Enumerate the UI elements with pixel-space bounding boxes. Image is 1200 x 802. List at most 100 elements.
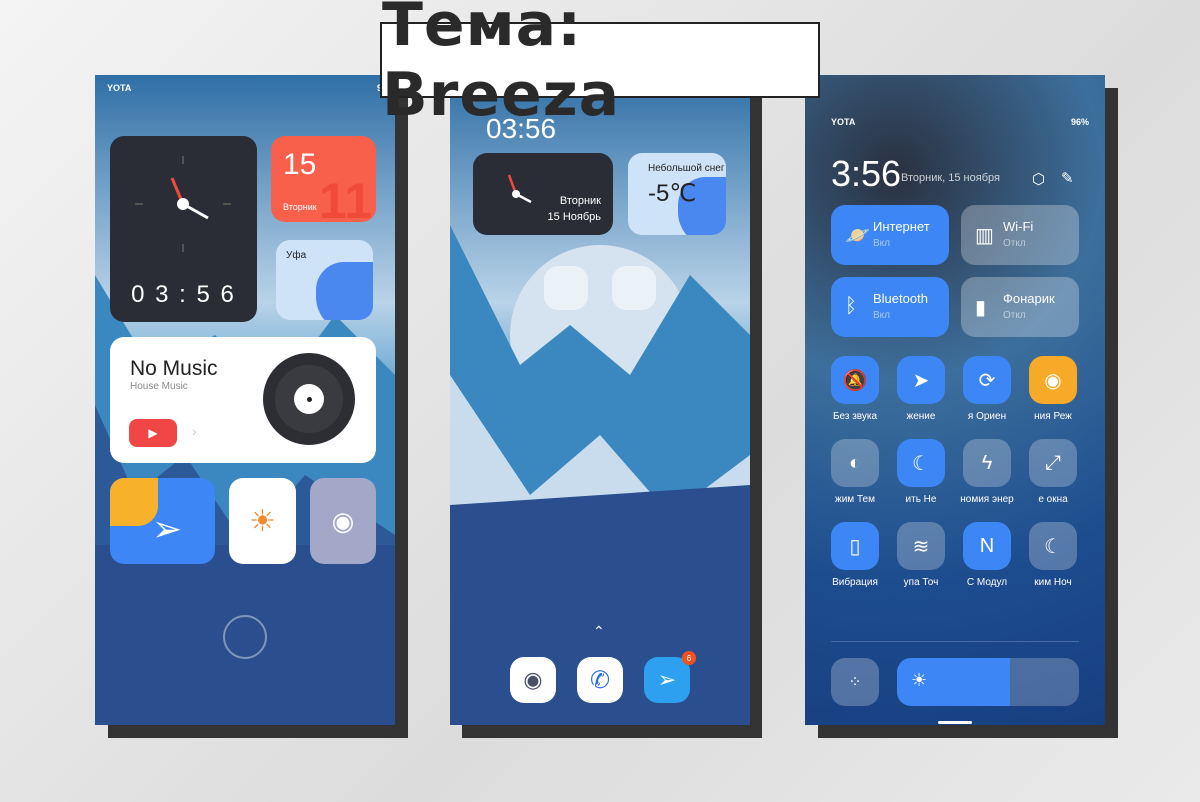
lightning-icon: ϟ — [981, 451, 993, 474]
tile-state: Вкл — [873, 310, 890, 321]
page-title: Тема: Breeza — [380, 0, 820, 130]
track-subtitle: House Music — [130, 381, 188, 392]
toggle-label: номия энер — [960, 494, 1014, 505]
night-mode-icon: ☾ — [1044, 535, 1062, 558]
city-label: Уфа — [286, 250, 307, 261]
weather-blob-icon — [316, 262, 373, 320]
toggle-contrast[interactable]: ◐ — [831, 439, 879, 487]
moon-icon: ☾ — [912, 452, 930, 475]
sun-icon[interactable]: ☀ — [229, 478, 296, 564]
home-indicator[interactable] — [938, 721, 972, 724]
location-icon: ➤ — [912, 369, 930, 392]
brightness-slider[interactable]: ☀ — [897, 658, 1079, 706]
notification-badge: 6 — [682, 651, 696, 665]
tile-state: Откл — [1003, 238, 1026, 249]
toggle-lightning[interactable]: ϟ — [963, 439, 1011, 487]
status-bar: YOTA96 — [107, 83, 387, 93]
tile-flashlight[interactable]: ▮ Фонарик Откл — [961, 277, 1079, 337]
flashlight-icon: ▮ — [975, 297, 987, 319]
date-label: Вторник, 15 ноября — [901, 172, 1000, 184]
toggle-location[interactable]: ➤ — [897, 356, 945, 404]
control-center: YOTA 96% 3:56 Вторник, 15 ноября ⬡ ✎ 🪐 Инт… — [805, 75, 1105, 725]
play-button[interactable]: ▶ — [129, 419, 177, 447]
camera-icon[interactable]: ◉ — [510, 657, 556, 703]
toggle-label: ния Реж — [1034, 411, 1072, 422]
battery-level: 96% — [1070, 117, 1089, 127]
toggle-label: ким Ноч — [1034, 577, 1072, 588]
clock-widget[interactable]: Вторник 15 Ноябрь — [473, 153, 613, 235]
weather-widget[interactable]: Уфа — [276, 240, 373, 320]
digital-time: 0 3 : 5 6 — [131, 281, 236, 308]
toggle-nfc[interactable]: N — [963, 522, 1011, 570]
tile-state: Откл — [1003, 310, 1026, 321]
toggle-label: жим Тем — [835, 494, 875, 505]
router-icon: ▥ — [975, 225, 994, 247]
telegram-icon[interactable]: ➢ 6 — [644, 651, 696, 703]
rotation-lock-icon: ⟳ — [978, 369, 996, 392]
toggle-label: е окна — [1038, 494, 1068, 505]
toggle-label: С Модул — [966, 577, 1008, 588]
toggle-bell-off[interactable]: 🔕 — [831, 356, 879, 404]
auto-brightness-icon[interactable]: ⁘ — [831, 658, 879, 706]
tile-state: Вкл — [873, 238, 890, 249]
tile-name: Wi-Fi — [1003, 219, 1034, 234]
chevron-right-icon[interactable]: › — [192, 423, 197, 439]
toggle-rotation-lock[interactable]: ⟳ — [963, 356, 1011, 404]
wifi-hotspot-icon: ≋ — [912, 535, 930, 558]
home-screen-widgets: YOTA96 0 3 : 5 6 11 15 Вторник Уфа No Mu… — [95, 75, 395, 725]
eye-icon: ◉ — [1044, 369, 1062, 392]
planet-icon: 🪐 — [845, 225, 870, 247]
toggle-label: я Ориен — [967, 411, 1007, 422]
date: 15 Ноябрь — [547, 211, 601, 223]
avatar — [110, 478, 158, 526]
toggle-vibration[interactable]: ▯ — [831, 522, 879, 570]
toggle-wifi-hotspot[interactable]: ≋ — [897, 522, 945, 570]
sun-icon: ☀ — [897, 658, 1010, 706]
toggle-moon[interactable]: ☾ — [897, 439, 945, 487]
tile-router[interactable]: ▥ Wi-Fi Откл — [961, 205, 1079, 265]
analog-clock-widget[interactable]: 0 3 : 5 6 — [110, 136, 257, 322]
app-folder[interactable] — [612, 266, 656, 310]
weekday: Вторник — [283, 202, 317, 212]
contrast-icon: ◐ — [848, 451, 862, 474]
chevron-up-icon[interactable]: ⌃ — [593, 623, 605, 640]
tile-planet[interactable]: 🪐 Интернет Вкл — [831, 205, 949, 265]
weekday: Вторник — [559, 195, 601, 207]
app-folder[interactable] — [544, 266, 588, 310]
carrier-label: YOTA — [831, 117, 856, 127]
date-widget[interactable]: 11 15 Вторник — [271, 136, 376, 222]
edit-icon[interactable]: ✎ — [1061, 169, 1074, 187]
status-bar: YOTA 96% — [831, 117, 1089, 127]
tile-name: Фонарик — [1003, 291, 1055, 306]
vibration-icon: ▯ — [849, 535, 861, 558]
toggle-label: Вибрация — [832, 577, 878, 588]
weather-condition: Небольшой снег — [648, 163, 725, 174]
bluetooth-icon: ᛒ — [845, 295, 857, 317]
music-widget[interactable]: No Music House Music ▶ › — [110, 337, 376, 463]
clock-face-icon — [507, 174, 532, 204]
clock-face-icon — [135, 156, 231, 252]
telegram-app[interactable]: ➢ — [110, 478, 215, 564]
weather-widget[interactable]: Небольшой снег -5℃ — [628, 153, 726, 235]
day-number: 15 — [283, 148, 317, 181]
telegram-icon: ➢ — [152, 508, 183, 549]
toggle-resize[interactable]: ⤢ — [1029, 439, 1077, 487]
temperature: -5℃ — [648, 180, 697, 207]
bell-off-icon: 🔕 — [842, 369, 868, 392]
fingerprint-icon[interactable] — [223, 615, 267, 659]
toggle-eye[interactable]: ◉ — [1029, 356, 1077, 404]
track-title: No Music — [130, 357, 218, 380]
week-number: 11 — [319, 173, 372, 222]
toggle-night-mode[interactable]: ☾ — [1029, 522, 1077, 570]
toggle-label: Без звука — [832, 411, 878, 422]
clock-time: 3:56 — [831, 153, 902, 194]
carrier-label: YOTA — [107, 83, 132, 93]
divider — [831, 641, 1079, 642]
toggle-label: ить Не — [905, 494, 937, 505]
toggle-label: жение — [906, 411, 936, 422]
tile-bluetooth[interactable]: ᛒ Bluetooth Вкл — [831, 277, 949, 337]
phone-icon[interactable]: ✆ — [577, 657, 623, 703]
settings-icon[interactable]: ⬡ — [1032, 170, 1045, 188]
camera-icon[interactable]: ◉ — [310, 478, 376, 564]
tile-name: Bluetooth — [873, 291, 928, 306]
